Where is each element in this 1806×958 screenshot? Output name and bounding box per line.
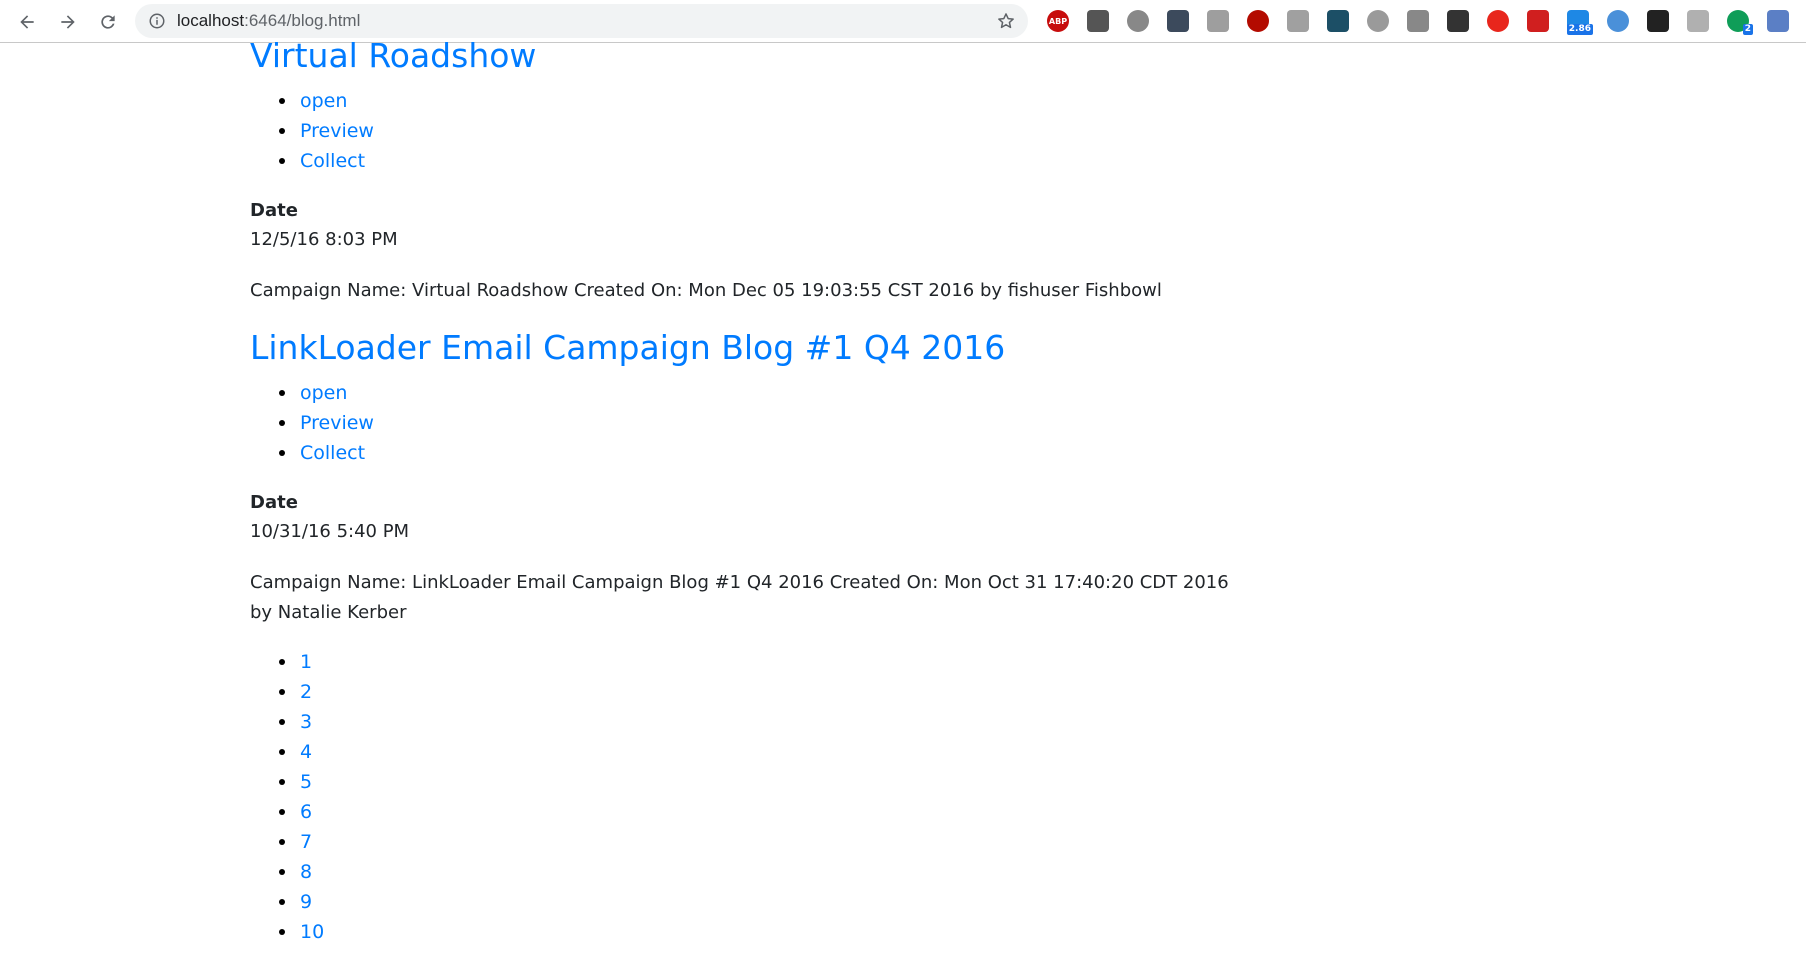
extension-icon-2[interactable]	[1087, 10, 1109, 32]
page-link[interactable]: 5	[250, 767, 324, 797]
url-path: :6464/blog.html	[244, 11, 361, 30]
extension-icon-7[interactable]	[1287, 10, 1309, 32]
extension-icon-14[interactable]: 2.86	[1566, 10, 1593, 35]
post-date: 10/31/16 5:40 PM	[250, 521, 410, 542]
page-link[interactable]: 1	[250, 647, 324, 677]
page-link[interactable]: 8	[250, 857, 324, 887]
collect-link[interactable]: Collect	[250, 438, 374, 468]
extension-icon-17[interactable]	[1687, 10, 1709, 32]
arrow-left-icon	[20, 15, 34, 29]
post-title-link[interactable]: Virtual Roadshow	[250, 36, 536, 76]
back-button[interactable]	[13, 8, 41, 36]
bookmark-star-icon[interactable]	[996, 11, 1016, 31]
page-link[interactable]: 10	[250, 917, 324, 947]
page-link[interactable]: 7	[250, 827, 324, 857]
info-icon[interactable]	[148, 12, 166, 30]
extension-badge: 2	[1742, 24, 1753, 35]
open-link[interactable]: open	[250, 86, 374, 116]
url-host: localhost	[177, 11, 245, 30]
page-link[interactable]: 2	[250, 677, 324, 707]
extension-icon-11[interactable]	[1447, 10, 1469, 32]
extension-icon-10[interactable]	[1407, 10, 1429, 32]
reload-icon	[101, 15, 115, 29]
post-date: 12/5/16 8:03 PM	[250, 229, 398, 250]
sitemap-icon[interactable]	[1607, 10, 1629, 32]
preview-link[interactable]: Preview	[250, 116, 374, 146]
post-description: Campaign Name: LinkLoader Email Campaign…	[250, 572, 1229, 623]
post-action-list: open Preview Collect	[250, 86, 374, 176]
extension-icon-18[interactable]: 2	[1727, 10, 1753, 35]
forward-button[interactable]	[54, 8, 82, 36]
preview-link[interactable]: Preview	[250, 408, 374, 438]
pdf-icon[interactable]	[1247, 10, 1269, 32]
extension-icon-13[interactable]	[1527, 10, 1549, 32]
extension-icon-8[interactable]	[1327, 10, 1349, 32]
extension-icon-16[interactable]	[1647, 10, 1669, 32]
adblock-plus-icon[interactable]: ABP	[1047, 10, 1069, 32]
page-link[interactable]: 4	[250, 737, 324, 767]
arrow-right-icon	[61, 15, 75, 29]
page-link[interactable]: 3	[250, 707, 324, 737]
tag-icon[interactable]	[1367, 10, 1389, 32]
extension-icon-4[interactable]	[1167, 10, 1189, 32]
date-label: Date	[250, 200, 298, 221]
pagination-list: 1 2 3 4 5 6 7 8 9 10	[250, 647, 324, 947]
collect-link[interactable]: Collect	[250, 146, 374, 176]
post-action-list: open Preview Collect	[250, 378, 374, 468]
extension-badge: 2.86	[1566, 24, 1593, 35]
open-link[interactable]: open	[250, 378, 374, 408]
date-label: Date	[250, 492, 298, 513]
extension-icon-5[interactable]	[1207, 10, 1229, 32]
page-link[interactable]: 6	[250, 797, 324, 827]
page-link[interactable]: 9	[250, 887, 324, 917]
url-text[interactable]: localhost:6464/blog.html	[177, 4, 360, 38]
extension-icon-19[interactable]	[1767, 10, 1789, 32]
extension-icon-12[interactable]	[1487, 10, 1509, 32]
post-title-link[interactable]: LinkLoader Email Campaign Blog #1 Q4 201…	[250, 328, 1005, 368]
post-description: Campaign Name: Virtual Roadshow Created …	[250, 280, 1162, 301]
reload-button[interactable]	[94, 8, 122, 36]
extension-icon-3[interactable]	[1127, 10, 1149, 32]
address-bar[interactable]: localhost:6464/blog.html	[135, 4, 1028, 38]
